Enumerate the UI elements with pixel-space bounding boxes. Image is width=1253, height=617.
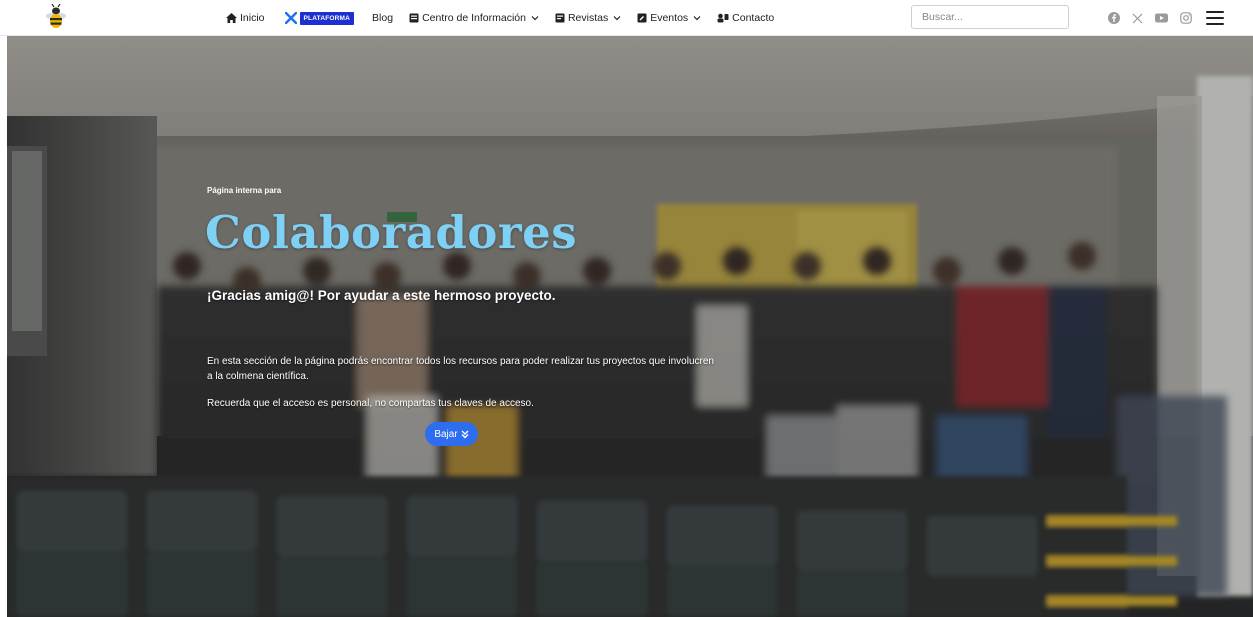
nav-centro-label: Centro de Información xyxy=(422,12,526,24)
chevron-down-icon xyxy=(613,16,621,21)
double-chevron-down-icon xyxy=(461,430,469,438)
social-links xyxy=(1107,0,1224,36)
menu-hamburger-icon[interactable] xyxy=(1206,11,1224,25)
scroll-down-label: Bajar xyxy=(434,428,458,440)
nav-blog[interactable]: Blog xyxy=(372,12,393,24)
nav-eventos[interactable]: Eventos xyxy=(637,12,701,24)
facebook-icon[interactable] xyxy=(1107,12,1120,25)
contact-icon xyxy=(717,13,729,23)
chevron-down-icon xyxy=(693,16,701,21)
nav-revistas[interactable]: Revistas xyxy=(555,12,621,24)
hero-subtitle: ¡Gracias amig@! Por ayudar a este hermos… xyxy=(207,288,556,303)
nav-revistas-label: Revistas xyxy=(567,12,609,24)
hero-dark-overlay xyxy=(7,36,1253,617)
nav-blog-label: Blog xyxy=(372,12,394,24)
hero-access-note: Recuerda que el acceso es personal, no c… xyxy=(207,398,534,409)
nav-contacto-label: Contacto xyxy=(732,12,775,24)
x-icon[interactable] xyxy=(1131,12,1144,25)
journal-icon xyxy=(555,13,565,23)
calendar-edit-icon xyxy=(637,13,647,23)
plataforma-badge: PLATAFORMA xyxy=(299,11,355,25)
hero-description: En esta sección de la página podrás enco… xyxy=(207,356,714,382)
hero-eyebrow: Página interna para xyxy=(207,186,282,195)
nav-inicio-label: Inicio xyxy=(240,12,265,24)
search-input[interactable] xyxy=(911,5,1069,29)
nav-contacto[interactable]: Contacto xyxy=(717,12,774,24)
youtube-icon[interactable] xyxy=(1155,12,1168,25)
scroll-down-button[interactable]: Bajar xyxy=(425,422,478,446)
book-icon xyxy=(409,13,419,23)
home-icon xyxy=(226,13,237,23)
main-nav: Inicio PLATAFORMA Blog Centro de Informa… xyxy=(226,0,774,36)
tools-icon xyxy=(284,12,297,24)
bee-logo-icon[interactable] xyxy=(42,3,70,32)
nav-plataforma[interactable]: PLATAFORMA xyxy=(284,11,355,25)
top-navbar: Inicio PLATAFORMA Blog Centro de Informa… xyxy=(0,0,1253,36)
nav-eventos-label: Eventos xyxy=(650,12,689,24)
nav-centro-informacion[interactable]: Centro de Información xyxy=(409,12,539,24)
nav-inicio[interactable]: Inicio xyxy=(226,12,265,24)
chevron-down-icon xyxy=(531,16,539,21)
page-title: Colaboradores xyxy=(205,206,578,259)
instagram-icon[interactable] xyxy=(1179,12,1192,25)
hero-section: Página interna para Colaboradores ¡Graci… xyxy=(7,36,1253,617)
